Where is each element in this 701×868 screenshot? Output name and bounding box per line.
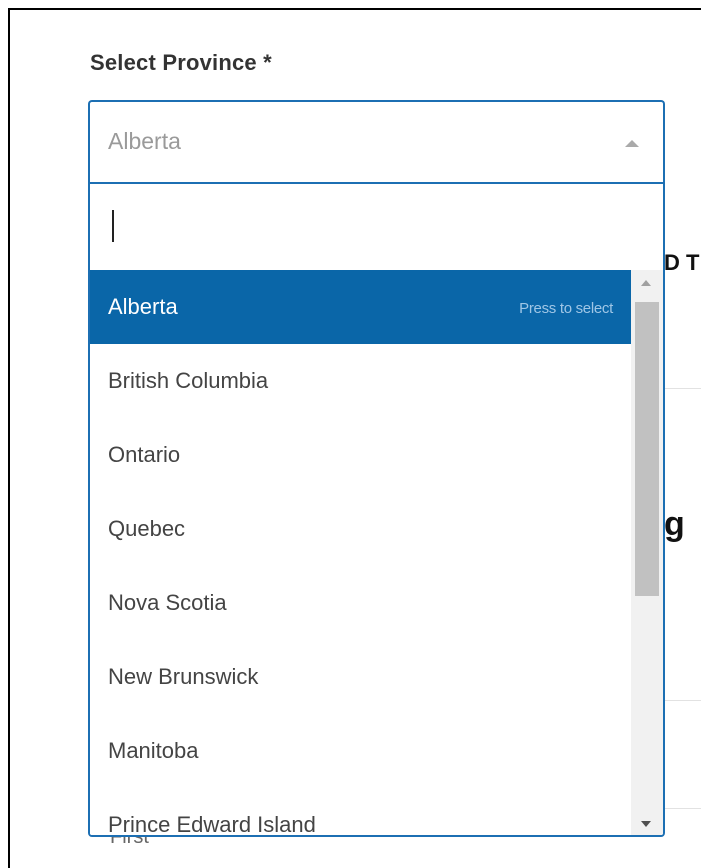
background-divider xyxy=(664,388,701,389)
dropdown-search xyxy=(90,184,663,270)
option-manitoba[interactable]: Manitoba xyxy=(90,714,631,788)
background-divider xyxy=(664,700,701,701)
scrollbar-thumb[interactable] xyxy=(635,302,659,596)
option-nova-scotia[interactable]: Nova Scotia xyxy=(90,566,631,640)
option-label: Nova Scotia xyxy=(108,590,227,615)
select-current-value: Alberta xyxy=(108,128,181,154)
option-label: Ontario xyxy=(108,442,181,467)
option-new-brunswick[interactable]: New Brunswick xyxy=(90,640,631,714)
option-label: British Columbia xyxy=(108,368,269,393)
province-select[interactable]: Alberta xyxy=(88,100,665,184)
option-label: Quebec xyxy=(108,516,186,541)
dropdown-scrollbar[interactable] xyxy=(631,270,663,835)
option-quebec[interactable]: Quebec xyxy=(90,492,631,566)
scroll-up-arrow-icon[interactable] xyxy=(641,280,651,286)
option-alberta[interactable]: Alberta Press to select xyxy=(90,270,631,344)
province-options-list: Alberta Press to select British Columbia… xyxy=(90,270,631,837)
option-british-columbia[interactable]: British Columbia xyxy=(90,344,631,418)
province-search-input[interactable] xyxy=(108,204,612,250)
scroll-down-arrow-icon[interactable] xyxy=(641,821,651,827)
background-divider xyxy=(664,808,701,809)
option-label: New Brunswick xyxy=(108,664,259,689)
select-province-label: Select Province * xyxy=(90,50,272,75)
text-cursor xyxy=(112,210,114,242)
province-dropdown: Alberta Press to select British Columbia… xyxy=(88,182,665,837)
background-heading-fragment-large: g xyxy=(664,505,685,543)
option-label: Prince Edward Island xyxy=(108,812,316,837)
option-label: Alberta xyxy=(108,294,178,319)
press-to-select-hint: Press to select xyxy=(519,300,613,317)
caret-up-icon xyxy=(625,140,639,147)
option-prince-edward-island[interactable]: Prince Edward Island xyxy=(90,788,631,837)
option-ontario[interactable]: Ontario xyxy=(90,418,631,492)
background-heading-fragment: D T xyxy=(664,250,700,275)
option-label: Manitoba xyxy=(108,738,199,763)
